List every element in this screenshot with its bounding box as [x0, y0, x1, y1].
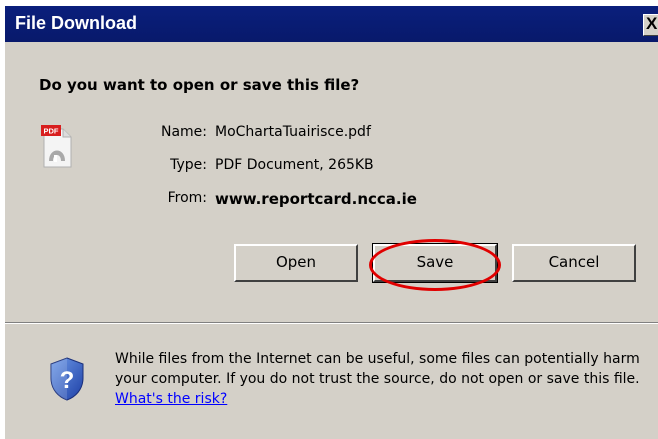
svg-text:PDF: PDF — [44, 127, 59, 136]
svg-text:?: ? — [60, 367, 75, 394]
dialog-question: Do you want to open or save this file? — [39, 76, 360, 94]
warning-message: While files from the Internet can be use… — [115, 351, 640, 387]
file-from-value: www.reportcard.ncca.ie — [215, 190, 417, 208]
pdf-file-icon: PDF — [41, 125, 72, 168]
security-warning-text: While files from the Internet can be use… — [115, 349, 655, 409]
open-button[interactable]: Open — [234, 244, 358, 282]
separator-highlight — [5, 323, 658, 324]
close-button[interactable]: X — [643, 14, 658, 36]
cancel-button[interactable]: Cancel — [512, 244, 636, 282]
security-shield-icon: ? — [50, 357, 84, 401]
file-from-label: From: — [167, 190, 207, 206]
file-type-label: Type: — [170, 157, 207, 173]
file-name-label: Name: — [160, 124, 207, 140]
file-name-value: MoChartaTuairisce.pdf — [215, 124, 371, 140]
whats-the-risk-link[interactable]: What's the risk? — [115, 391, 227, 407]
save-highlight-circle — [369, 239, 501, 291]
file-download-dialog: File Download X Do you want to open or s… — [4, 6, 658, 439]
dialog-title: File Download — [15, 13, 138, 33]
file-type-value: PDF Document, 265KB — [215, 157, 374, 173]
title-bar[interactable]: File Download X — [5, 6, 658, 42]
